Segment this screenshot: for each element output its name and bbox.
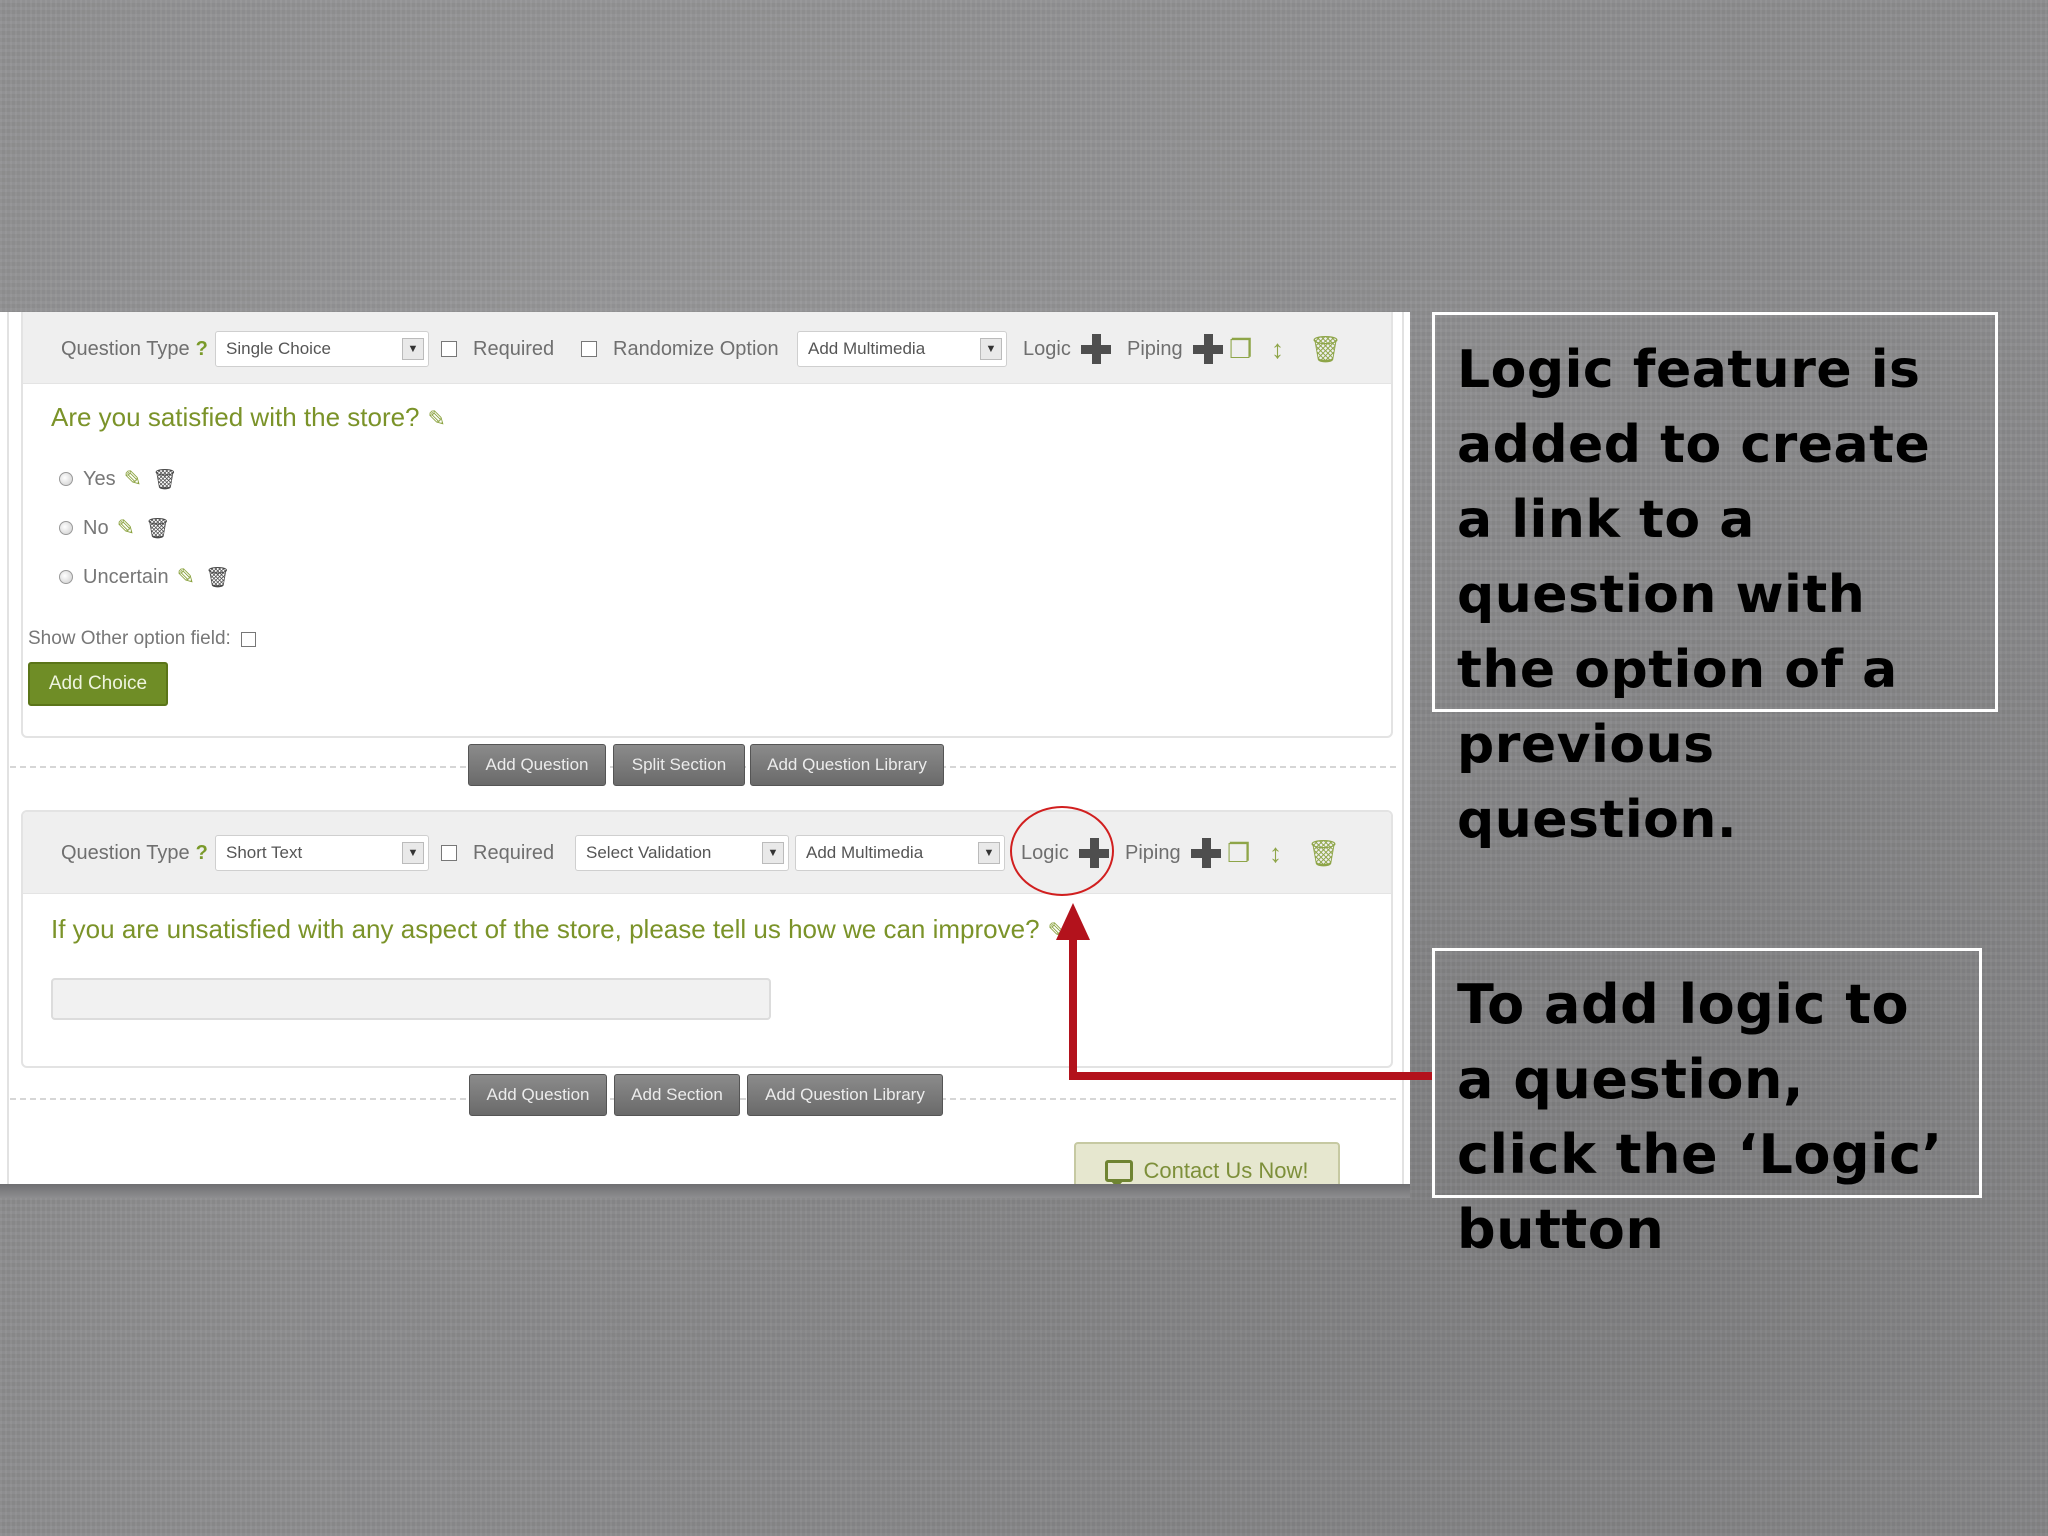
pencil-icon[interactable]: ✎	[124, 466, 142, 492]
chevron-down-icon: ▼	[402, 338, 424, 360]
plus-icon	[1190, 838, 1221, 868]
delete-question-icon[interactable]: 🗑	[1309, 314, 1342, 384]
add-choice-button[interactable]: Add Choice	[28, 662, 168, 706]
other-option-checkbox[interactable]	[240, 631, 256, 647]
chevron-down-icon: ▼	[978, 842, 1000, 864]
validation-select[interactable]: Select Validation ▼	[575, 835, 789, 871]
logic-button[interactable]: Logic	[1023, 314, 1111, 384]
radio-button[interactable]	[59, 472, 73, 486]
radio-button[interactable]	[59, 570, 73, 584]
randomize-toggle[interactable]: Randomize Option	[581, 314, 779, 384]
move-icon[interactable]: ↕	[1271, 314, 1284, 384]
survey-editor-panel: Question Type ? Single Choice ▼ Required…	[0, 312, 1410, 1196]
copy-icon[interactable]: ❐	[1229, 314, 1252, 384]
pencil-icon[interactable]: ✎	[1048, 918, 1066, 943]
pencil-icon[interactable]: ✎	[117, 515, 135, 541]
choice-item: No ✎ 🗑	[59, 515, 170, 541]
delete-question-icon[interactable]: 🗑	[1307, 812, 1340, 894]
question-1-toolbar: Question Type ? Single Choice ▼ Required…	[23, 312, 1391, 384]
trash-icon[interactable]: 🗑	[145, 516, 170, 541]
show-other-option[interactable]: Show Other option field:	[28, 628, 256, 650]
move-icon[interactable]: ↕	[1269, 812, 1282, 894]
chevron-down-icon: ▼	[980, 338, 1002, 360]
piping-button[interactable]: Piping	[1125, 812, 1221, 894]
chevron-down-icon: ▼	[762, 842, 784, 864]
callout-add-logic: To add logic to a question, click the ‘L…	[1432, 948, 1982, 1261]
trash-icon[interactable]: 🗑	[205, 565, 230, 590]
panel-bottom-edge	[0, 1184, 1410, 1198]
add-question-library-button[interactable]: Add Question Library	[747, 1074, 943, 1116]
add-question-button[interactable]: Add Question	[469, 1074, 607, 1116]
choice-item: Yes ✎ 🗑	[59, 466, 177, 492]
radio-button[interactable]	[59, 521, 73, 535]
help-icon[interactable]: ?	[196, 338, 208, 361]
multimedia-select[interactable]: Add Multimedia ▼	[797, 331, 1007, 367]
question-card-2: Question Type ? Short Text ▼ Required Se…	[21, 810, 1393, 1068]
short-text-answer-field[interactable]	[51, 978, 771, 1020]
add-question-button[interactable]: Add Question	[468, 744, 606, 786]
required-checkbox[interactable]	[441, 845, 457, 861]
chevron-down-icon: ▼	[402, 842, 424, 864]
required-checkbox[interactable]	[441, 341, 457, 357]
chat-icon	[1105, 1160, 1134, 1188]
add-question-library-button[interactable]: Add Question Library	[750, 744, 944, 786]
logic-highlight-circle	[1010, 806, 1114, 896]
question-type-select[interactable]: Short Text ▼	[215, 835, 429, 871]
question-type-label: Question Type ?	[61, 337, 208, 361]
piping-button[interactable]: Piping	[1127, 314, 1223, 384]
split-section-button[interactable]: Split Section	[613, 744, 745, 786]
question-2-toolbar: Question Type ? Short Text ▼ Required Se…	[23, 812, 1391, 894]
choice-item: Uncertain ✎ 🗑	[59, 564, 230, 590]
copy-icon[interactable]: ❐	[1227, 812, 1250, 894]
question-type-select[interactable]: Single Choice ▼	[215, 331, 429, 367]
question-type-label: Question Type ?	[61, 841, 208, 865]
add-section-button[interactable]: Add Section	[614, 1074, 740, 1116]
question-1-title: Are you satisfied with the store? ✎	[51, 402, 446, 432]
randomize-checkbox[interactable]	[581, 341, 597, 357]
callout-logic-feature: Logic feature is added to create a link …	[1432, 312, 1998, 850]
trash-icon[interactable]: 🗑	[152, 467, 177, 492]
help-icon[interactable]: ?	[196, 842, 208, 865]
plus-icon	[1192, 334, 1223, 364]
required-toggle[interactable]: Required	[441, 314, 554, 384]
multimedia-select[interactable]: Add Multimedia ▼	[795, 835, 1005, 871]
question-2-title: If you are unsatisfied with any aspect o…	[51, 914, 1066, 944]
plus-icon	[1080, 334, 1111, 364]
pencil-icon[interactable]: ✎	[428, 406, 446, 431]
required-toggle[interactable]: Required	[441, 812, 554, 894]
question-card-1: Question Type ? Single Choice ▼ Required…	[21, 312, 1393, 738]
pencil-icon[interactable]: ✎	[177, 564, 195, 590]
